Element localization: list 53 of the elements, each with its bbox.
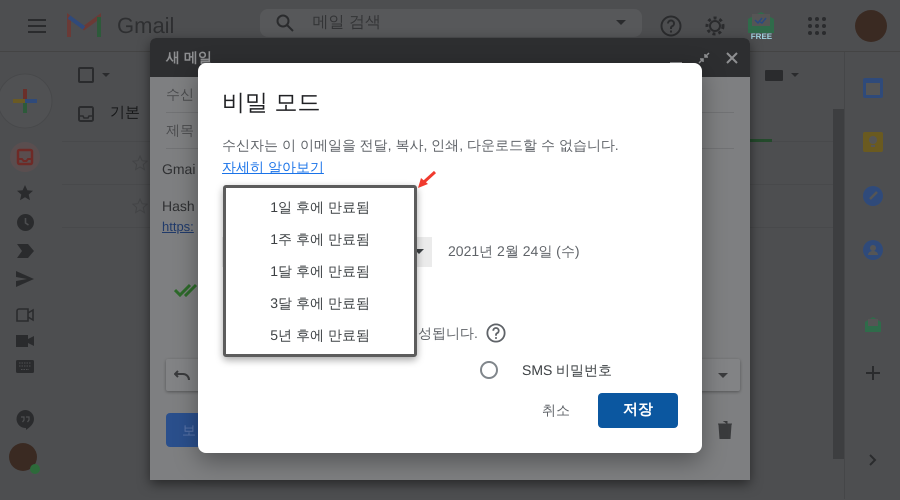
inbox-icon[interactable] (10, 142, 40, 172)
contact-icon[interactable] (862, 240, 882, 260)
add-icon[interactable] (866, 366, 880, 380)
checkbox[interactable] (78, 67, 94, 83)
trash-icon[interactable] (718, 421, 732, 439)
star-icon[interactable] (17, 185, 33, 201)
chat-bubble-icon[interactable] (16, 410, 34, 430)
compose-title: 새 메일 (166, 48, 212, 67)
menu-item[interactable]: 5년 후에 만료됨 (226, 319, 414, 351)
cancel-button[interactable]: 취소 (530, 392, 582, 429)
calendar-icon[interactable] (862, 78, 882, 98)
radio-label[interactable]: SMS 비밀번호 (522, 360, 612, 380)
learn-more-link[interactable]: 자세히 알아보기 (222, 158, 324, 174)
apps-grid-icon[interactable] (808, 16, 826, 34)
menu-item[interactable]: 1일 후에 만료됨 (226, 191, 414, 223)
avatar-online-icon[interactable] (9, 443, 41, 475)
dialog-title: 비밀 모드 (222, 88, 322, 117)
menu-icon[interactable] (28, 18, 46, 32)
body-text: Gmai (162, 161, 196, 177)
arrow-icon (417, 171, 437, 189)
collapse-icon[interactable] (698, 52, 710, 64)
video-outline-icon[interactable] (16, 308, 34, 322)
video-icon[interactable] (16, 335, 34, 347)
envelope-check-icon[interactable] (746, 10, 776, 32)
label-icon[interactable] (16, 244, 34, 258)
inbox-icon[interactable] (78, 106, 94, 122)
dialog-description: 수신자는 이 이메일을 전달, 복사, 인쇄, 다운로드할 수 없습니다. 자세히 알아보기 (222, 136, 620, 176)
passcode-note: 성됩니다. (418, 324, 478, 342)
double-check-icon (174, 283, 200, 297)
menu-item[interactable]: 1주 후에 만료됨 (226, 223, 414, 255)
envelope-logo-icon[interactable] (67, 12, 101, 38)
close-icon[interactable] (726, 52, 738, 64)
settings-icon[interactable] (704, 14, 726, 36)
clock-icon[interactable] (16, 214, 34, 231)
search-icon[interactable] (276, 14, 294, 32)
save-button[interactable]: 저장 (598, 393, 678, 428)
menu-item[interactable]: 3달 후에 만료됨 (226, 287, 414, 319)
menu-item[interactable]: 1달 후에 만료됨 (226, 255, 414, 287)
avatar[interactable] (855, 10, 888, 42)
expiry-date: 2021년 2월 24일 (수) (448, 242, 580, 261)
chevron-right-icon[interactable] (868, 454, 876, 466)
lightbulb-icon[interactable] (862, 132, 882, 152)
keyboard-icon[interactable] (16, 360, 34, 373)
compose-plus-icon[interactable] (0, 73, 53, 129)
radio-button[interactable] (480, 361, 498, 379)
send-icon[interactable] (16, 271, 34, 287)
envelope-check-icon[interactable] (864, 316, 882, 332)
keyboard-icon[interactable] (765, 70, 783, 80)
tasks-icon[interactable] (862, 186, 882, 206)
addon-label: FREE (750, 32, 772, 40)
body-text: Hash (162, 198, 195, 214)
help-icon[interactable] (486, 323, 506, 343)
undo-icon[interactable] (174, 370, 190, 380)
